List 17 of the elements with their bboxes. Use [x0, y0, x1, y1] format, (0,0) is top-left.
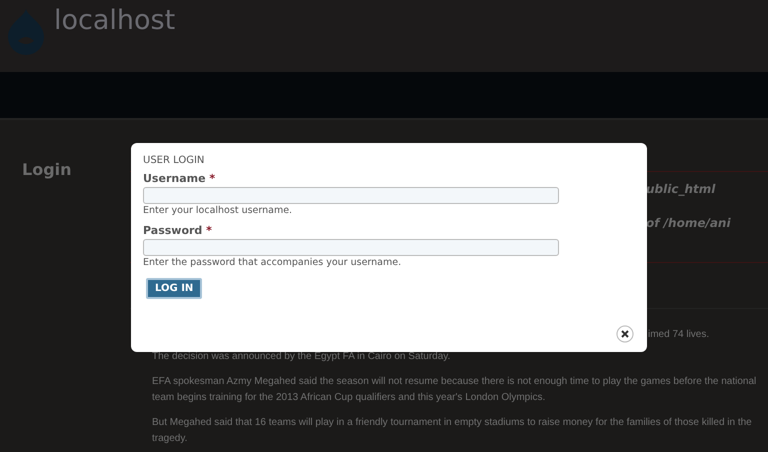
message-text: ublic_html — [646, 182, 716, 196]
field-label: Password * — [143, 224, 213, 237]
input-field[interactable] — [143, 187, 559, 204]
site-name[interactable]: localhost — [54, 4, 176, 36]
field-description: Enter your localhost username. — [143, 205, 294, 216]
field-label: Username * — [143, 172, 216, 185]
article-paragraph: But Megahed said that 16 teams will play in a friendly tournament in empty stadiums to raise money for the families of those killed in the tragedy. — [152, 416, 753, 446]
dialog-title: USER LOGIN — [143, 155, 206, 166]
article-text: imed 74 lives. — [648, 328, 710, 342]
sidebar-title: Login — [22, 160, 73, 179]
article-paragraph: The decision was announced by the Egypt FA in Cairo on Saturday. — [152, 350, 452, 364]
input-field[interactable] — [143, 239, 559, 256]
field-description: Enter the password that accompanies your username. — [143, 257, 402, 268]
article-paragraph: EFA spokesman Azmy Megahed said the season will not resume because there is not enough time to play the games before the national team begins training for the 2013 African Cup qualifiers and this year's London Olympics. — [152, 375, 758, 405]
message-text: of /home/ani — [646, 216, 732, 230]
close-icon[interactable] — [616, 325, 634, 343]
log-in-button[interactable]: LOG IN — [146, 278, 202, 299]
